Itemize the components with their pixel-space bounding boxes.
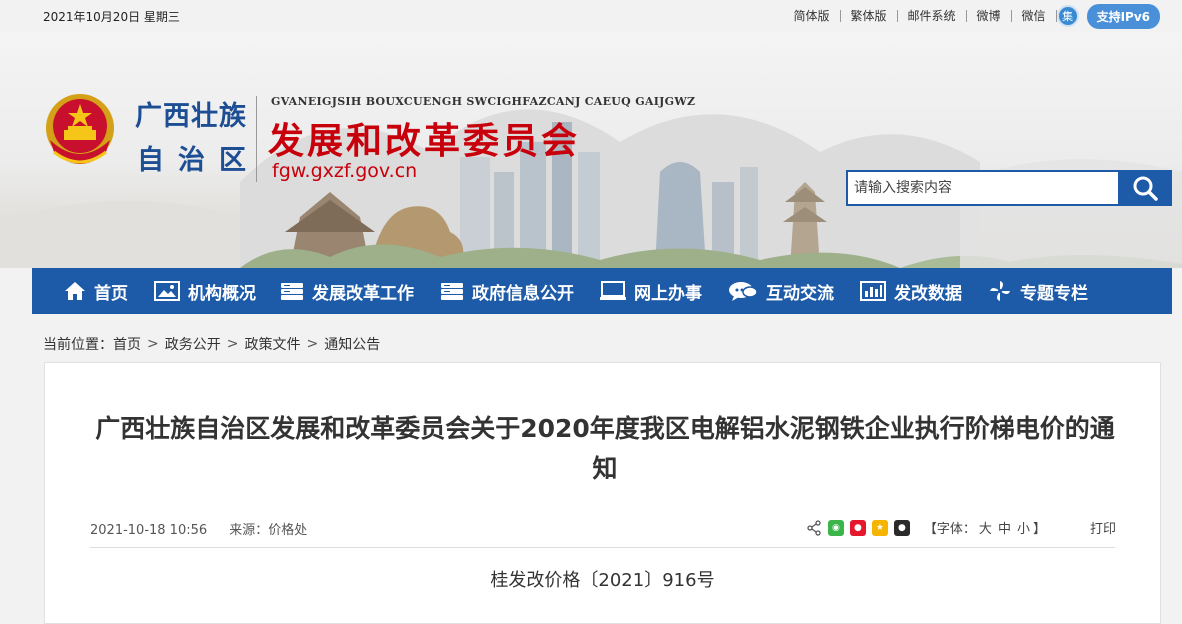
nav-label: 发展改革工作	[312, 283, 414, 304]
article-meta: 2021-10-18 10:56 来源：价格处	[90, 519, 325, 538]
nav-label: 发改数据	[894, 283, 962, 304]
top-links: 简体版 繁体版 邮件系统 微博 微信 集 支持IPv6	[783, 3, 1160, 29]
weibo-link[interactable]: 微博	[967, 10, 1012, 22]
ipv6-support-button[interactable]: 支持IPv6	[1086, 3, 1160, 29]
nav-institution[interactable]: 机构概况	[154, 279, 256, 304]
article-panel: 广西壮族自治区发展和改革委员会关于2020年度我区电解铝水泥钢铁企业执行阶梯电价…	[44, 362, 1161, 624]
search-button[interactable]	[1118, 170, 1172, 206]
pinwheel-icon	[990, 281, 1010, 301]
home-icon	[65, 282, 85, 300]
bar-chart-icon	[860, 281, 886, 301]
nav-label: 网上办事	[634, 283, 702, 304]
qzone-share-icon[interactable]: ★	[871, 519, 888, 536]
font-medium-button[interactable]: 中	[998, 522, 1011, 537]
nav-label: 首页	[94, 283, 128, 304]
wechat-link[interactable]: 微信	[1012, 10, 1057, 22]
nav-label: 专题专栏	[1020, 283, 1088, 304]
nav-online-service[interactable]: 网上办事	[600, 279, 702, 304]
article-tools: ◉ ● ★ ● 【字体：大中小】 打印	[806, 518, 1116, 537]
traditional-link[interactable]: 繁体版	[841, 10, 898, 22]
publish-date: 2021-10-18 10:56	[90, 523, 208, 538]
breadcrumb-separator: >	[306, 336, 319, 352]
breadcrumb-gov-affairs[interactable]: 政务公开	[165, 334, 221, 354]
font-large-button[interactable]: 大	[979, 522, 992, 537]
search-icon	[1133, 176, 1158, 201]
print-button[interactable]: 打印	[1090, 518, 1116, 537]
article-source: 来源：价格处	[229, 523, 308, 538]
font-label-open: 【字体：	[923, 522, 976, 537]
header-banner: 广西壮族 自治区 GVANEIGJSIH BOUXCUENGH SWCIGHFA…	[0, 32, 1182, 268]
weibo-share-icon[interactable]: ●	[849, 519, 866, 536]
qq-share-icon[interactable]: ●	[893, 519, 910, 536]
simplified-link[interactable]: 简体版	[783, 10, 841, 22]
wechat-share-icon[interactable]: ◉	[827, 519, 844, 536]
stack-icon	[441, 283, 463, 300]
nav-label: 机构概况	[188, 283, 256, 304]
document-number: 桂发改价格〔2021〕916号	[490, 570, 715, 591]
nav-label: 政府信息公开	[472, 283, 574, 304]
font-size-control: 【字体：大中小】	[924, 518, 1046, 537]
search-bar	[846, 170, 1172, 206]
meta-divider	[90, 547, 1115, 548]
nav-home[interactable]: 首页	[64, 279, 128, 304]
region-name-line1: 广西壮族	[135, 101, 247, 132]
zhuang-org-name: GVANEIGJSIH BOUXCUENGH SWCIGHFAZCANJ CAE…	[271, 95, 696, 108]
image-icon	[154, 281, 180, 301]
search-input[interactable]	[846, 170, 1118, 206]
breadcrumb-separator: >	[226, 336, 239, 352]
org-name: 发展和改革委员会	[268, 120, 581, 162]
ipv6-badge-icon[interactable]: 集	[1056, 5, 1079, 27]
region-name-line2: 自治区	[137, 145, 260, 176]
nav-special-topics[interactable]: 专题专栏	[988, 279, 1088, 304]
breadcrumb-policy-docs[interactable]: 政策文件	[244, 334, 300, 354]
breadcrumb-notices[interactable]: 通知公告	[324, 334, 380, 354]
breadcrumb-prefix: 当前位置：	[43, 337, 113, 353]
nav-interaction[interactable]: 互动交流	[728, 279, 834, 304]
nav-info-disclosure[interactable]: 政府信息公开	[440, 279, 574, 304]
nav-data[interactable]: 发改数据	[860, 279, 962, 304]
breadcrumb-home[interactable]: 首页	[113, 334, 141, 354]
nav-label: 互动交流	[766, 283, 834, 304]
header-divider	[256, 96, 257, 182]
current-date: 2021年10月20日 星期三	[43, 10, 180, 24]
nav-reform-work[interactable]: 发展改革工作	[280, 279, 414, 304]
share-icon[interactable]	[806, 519, 822, 536]
breadcrumb-separator: >	[147, 336, 159, 352]
top-bar: 2021年10月20日 星期三 简体版 繁体版 邮件系统 微博 微信 集 支持I…	[0, 0, 1182, 32]
font-small-button[interactable]: 小	[1017, 522, 1030, 537]
mail-system-link[interactable]: 邮件系统	[898, 10, 967, 22]
national-emblem-icon	[46, 94, 114, 164]
main-nav: 首页 机构概况 发展改革工作 政府信息公开 网上办事 互动交流 发改数据 专题专…	[32, 268, 1172, 314]
stack-icon	[281, 283, 303, 300]
monitor-icon	[600, 281, 626, 300]
article-title: 广西壮族自治区发展和改革委员会关于2020年度我区电解铝水泥钢铁企业执行阶梯电价…	[95, 414, 1115, 483]
chat-icon	[729, 282, 758, 301]
breadcrumb: 当前位置： 首页 > 政务公开 > 政策文件 > 通知公告	[43, 334, 380, 354]
site-domain: fgw.gxzf.gov.cn	[272, 160, 418, 182]
font-label-close: 】	[1032, 522, 1046, 537]
